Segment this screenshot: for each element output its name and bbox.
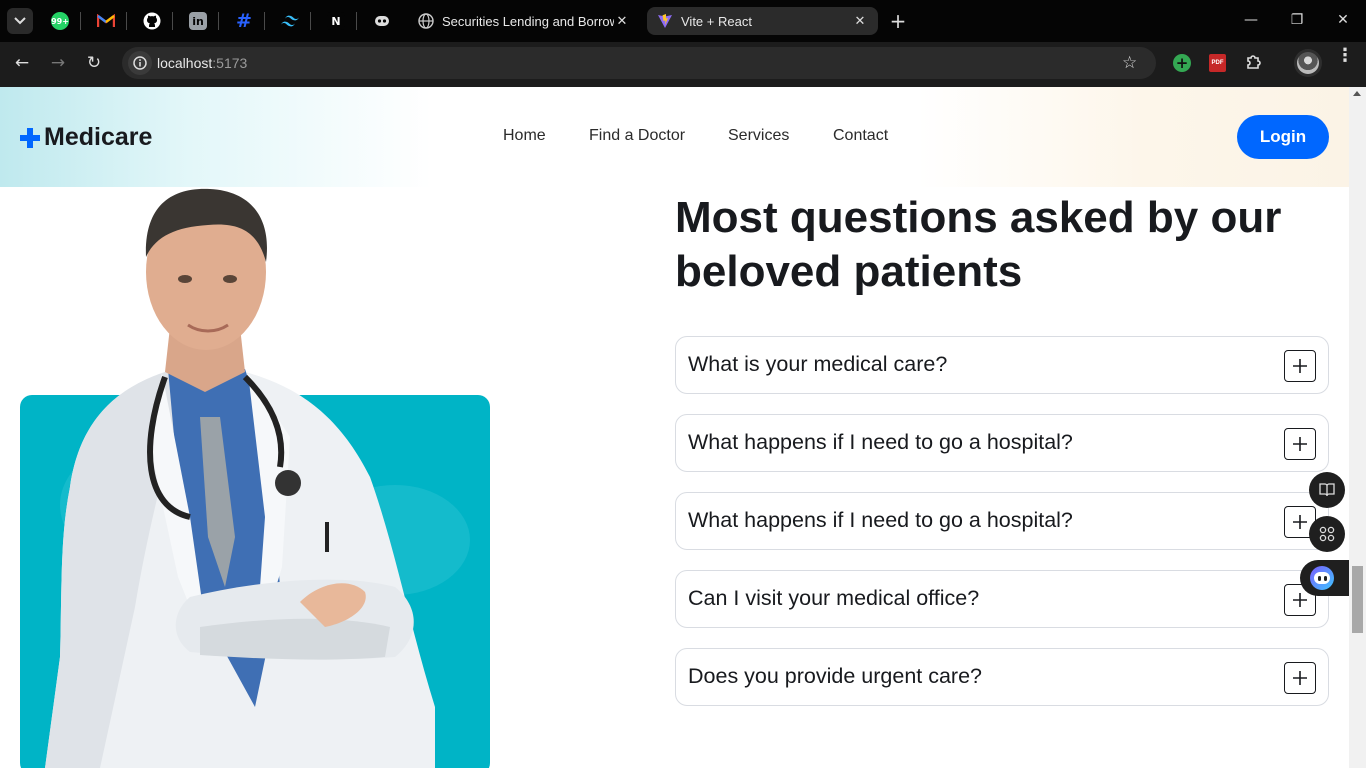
medical-cross-icon bbox=[20, 127, 40, 148]
url-port: :5173 bbox=[212, 55, 248, 71]
login-button[interactable]: Login bbox=[1237, 115, 1329, 159]
doctor-photo bbox=[45, 188, 435, 768]
back-button[interactable]: ← bbox=[8, 51, 36, 75]
tab-search-button[interactable] bbox=[6, 8, 34, 34]
tab-title: Securities Lending and Borrowing bbox=[442, 13, 614, 29]
nav-services[interactable]: Services bbox=[728, 127, 789, 145]
scroll-up-arrow-icon[interactable] bbox=[1353, 91, 1361, 96]
minimize-button[interactable]: — bbox=[1228, 0, 1274, 40]
close-icon[interactable]: ✕ bbox=[852, 14, 868, 29]
pinned-tab-chatbot[interactable] bbox=[368, 8, 396, 34]
nav-contact[interactable]: Contact bbox=[833, 127, 888, 145]
page-viewport: Medicare Home Find a Doctor Services Con… bbox=[0, 87, 1349, 768]
faq-item[interactable]: What happens if I need to go a hospital? bbox=[675, 414, 1329, 472]
restore-icon: ❐ bbox=[1290, 12, 1304, 28]
forward-arrow-icon: → bbox=[50, 53, 66, 73]
nav-home[interactable]: Home bbox=[503, 127, 546, 145]
hashnode-icon: # bbox=[236, 10, 252, 32]
plus-icon: + bbox=[889, 9, 907, 33]
plus-icon bbox=[1293, 593, 1307, 607]
extensions-puzzle-icon[interactable] bbox=[1245, 53, 1263, 76]
faq-heading: Most questions asked by our beloved pati… bbox=[675, 191, 1315, 299]
faq-heading-line2: beloved patients bbox=[675, 247, 1023, 296]
expand-button[interactable] bbox=[1284, 350, 1316, 382]
faq-item[interactable]: What happens if I need to go a hospital? bbox=[675, 492, 1329, 550]
faq-item[interactable]: Does you provide urgent care? bbox=[675, 648, 1329, 706]
window-close-button[interactable]: ✕ bbox=[1320, 0, 1366, 40]
site-logo[interactable]: Medicare bbox=[20, 123, 152, 152]
apps-extension-button[interactable] bbox=[1309, 516, 1345, 552]
bookmark-star-icon[interactable]: ☆ bbox=[1122, 53, 1137, 73]
restore-button[interactable]: ❐ bbox=[1274, 0, 1320, 40]
url-host: localhost bbox=[157, 55, 213, 71]
pinned-tab-whatsapp[interactable]: 99+ bbox=[46, 8, 74, 34]
pinned-tab-tailwind[interactable] bbox=[276, 8, 304, 34]
browser-menu-icon[interactable]: ⋮ bbox=[1336, 47, 1354, 65]
logo-text: Medicare bbox=[44, 123, 153, 151]
assistant-bot-icon bbox=[1310, 566, 1334, 590]
tailwind-icon bbox=[281, 15, 299, 27]
chevron-down-icon bbox=[7, 8, 33, 34]
faq-item[interactable]: What is your medical care? bbox=[675, 336, 1329, 394]
globe-icon bbox=[418, 13, 434, 29]
close-icon[interactable]: ✕ bbox=[614, 14, 630, 29]
url-text: localhost:5173 bbox=[157, 55, 247, 71]
nav-find-a-doctor[interactable]: Find a Doctor bbox=[589, 127, 685, 145]
whatsapp-icon: 99+ bbox=[51, 12, 69, 30]
address-bar[interactable]: localhost:5173 ☆ bbox=[122, 47, 1156, 79]
nextjs-icon: N bbox=[327, 12, 345, 30]
faq-heading-line1: Most questions asked by our bbox=[675, 193, 1282, 242]
expand-button[interactable] bbox=[1284, 662, 1316, 694]
plus-icon bbox=[1293, 359, 1307, 373]
expand-button[interactable] bbox=[1284, 428, 1316, 460]
new-tab-button[interactable]: + bbox=[884, 8, 912, 34]
reload-button[interactable]: ↻ bbox=[80, 51, 108, 75]
close-icon: ✕ bbox=[1337, 12, 1349, 28]
chatbot-icon bbox=[375, 16, 389, 26]
site-header: Medicare Home Find a Doctor Services Con… bbox=[0, 87, 1349, 187]
scrollbar-thumb[interactable] bbox=[1352, 566, 1363, 633]
tab-title: Vite + React bbox=[681, 13, 752, 29]
back-arrow-icon: ← bbox=[14, 53, 30, 73]
pinned-tab-github[interactable] bbox=[138, 8, 166, 34]
plus-icon bbox=[1293, 671, 1307, 685]
reader-extension-button[interactable] bbox=[1309, 472, 1345, 508]
faq-item[interactable]: Can I visit your medical office? bbox=[675, 570, 1329, 628]
gmail-icon bbox=[97, 14, 115, 27]
pinned-tab-nextjs[interactable]: N bbox=[322, 8, 350, 34]
faq-question: What is your medical care? bbox=[688, 352, 948, 376]
plus-icon bbox=[1293, 515, 1307, 529]
info-icon bbox=[133, 56, 147, 70]
book-icon bbox=[1319, 483, 1335, 497]
pinned-tab-linkedin[interactable]: in bbox=[184, 8, 212, 34]
reload-icon: ↻ bbox=[86, 53, 102, 73]
minimize-icon: — bbox=[1244, 12, 1258, 28]
site-info-button[interactable] bbox=[128, 51, 152, 75]
faq-question: What happens if I need to go a hospital? bbox=[688, 430, 1073, 454]
linkedin-icon: in bbox=[189, 12, 207, 30]
tab-vite-react[interactable]: Vite + React ✕ bbox=[647, 7, 878, 35]
page-scrollbar[interactable] bbox=[1349, 87, 1366, 768]
forward-button[interactable]: → bbox=[44, 51, 72, 75]
profile-avatar[interactable] bbox=[1294, 49, 1322, 77]
extension-add-icon[interactable]: + bbox=[1173, 54, 1191, 72]
pdf-extension-icon[interactable]: PDF bbox=[1209, 54, 1226, 72]
avatar-image bbox=[1297, 52, 1319, 74]
grid-icon bbox=[1319, 526, 1335, 542]
vite-icon bbox=[658, 14, 672, 28]
browser-tab-strip: 99+ in # N Securities Lending and Borrow… bbox=[0, 0, 1366, 42]
plus-icon bbox=[1293, 437, 1307, 451]
faq-question: What happens if I need to go a hospital? bbox=[688, 508, 1073, 532]
assistant-extension-button[interactable] bbox=[1300, 560, 1349, 596]
pinned-tab-hashnode[interactable]: # bbox=[230, 8, 258, 34]
faq-question: Does you provide urgent care? bbox=[688, 664, 983, 688]
pinned-tab-gmail[interactable] bbox=[92, 8, 120, 34]
faq-question: Can I visit your medical office? bbox=[688, 586, 980, 610]
github-icon bbox=[143, 12, 161, 30]
tab-securities-lending[interactable]: Securities Lending and Borrowing ✕ bbox=[408, 7, 640, 35]
